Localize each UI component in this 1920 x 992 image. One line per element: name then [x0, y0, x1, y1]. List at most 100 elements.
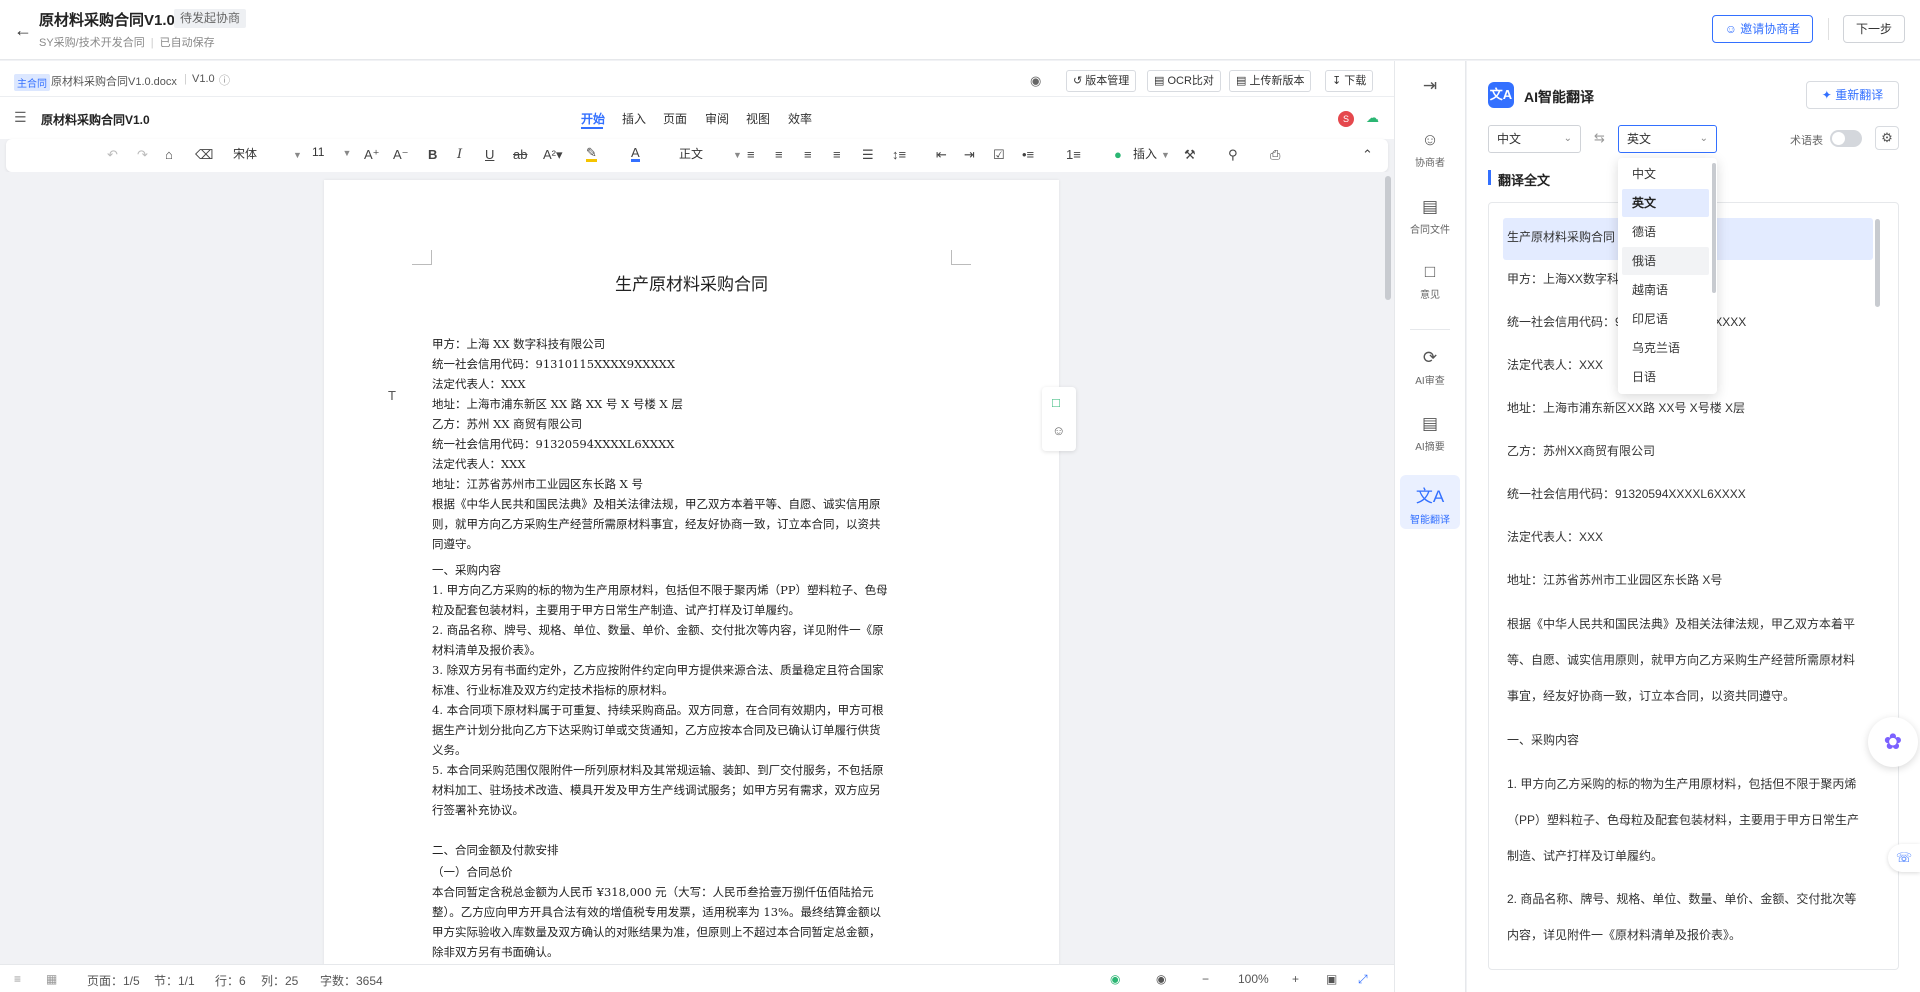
breadcrumb: SY采购/技术开发合同 | 已自动保存 [39, 37, 215, 49]
retranslate-button[interactable]: ✦ 重新翻译 [1806, 81, 1899, 109]
paragraph-style-select[interactable]: 正文 ▼ [679, 145, 742, 162]
align-center-icon[interactable]: ≡ [775, 147, 783, 162]
tools-icon[interactable]: ⚒ [1184, 147, 1196, 163]
globe-icon[interactable]: ◉ [1110, 972, 1120, 986]
rail-item-contract-files[interactable]: ▤ 合同文件 [1400, 197, 1460, 236]
upload-version-button[interactable]: ▤ 上传新版本 [1229, 70, 1312, 92]
gear-icon[interactable]: ⚙ [1875, 126, 1899, 150]
collapse-toolbar-icon[interactable]: ⌃ [1362, 147, 1373, 163]
preview-eye-icon[interactable]: ◉ [1030, 73, 1041, 89]
tab-view[interactable]: 视图 [746, 110, 770, 127]
swap-languages-icon[interactable]: ⇆ [1594, 130, 1605, 146]
back-arrow-icon[interactable]: ← [12, 20, 34, 42]
rail-item-comments[interactable]: □ 意见 [1400, 262, 1460, 301]
align-right-icon[interactable]: ≡ [804, 147, 812, 162]
distribute-icon[interactable]: ☰ [862, 147, 874, 163]
rail-item-ai-summary[interactable]: ▤ AI摘要 [1400, 414, 1460, 453]
language-option[interactable]: 德语 [1622, 218, 1709, 246]
zoom-out-icon[interactable]: − [1202, 972, 1209, 986]
tab-page[interactable]: 页面 [663, 110, 687, 127]
download-button[interactable]: ↧ 下载 [1325, 70, 1374, 92]
file-name[interactable]: 原材料采购合同V1.0.docx [51, 73, 177, 89]
bullet-list-icon[interactable]: •≡ [1022, 147, 1034, 162]
outdent-icon[interactable]: ⇤ [936, 147, 947, 163]
target-language-value: 英文 [1627, 132, 1652, 146]
line-spacing-icon[interactable]: ↕≡ [892, 147, 906, 162]
font-family-value: 宋体 [233, 147, 258, 161]
zoom-in-icon[interactable]: + [1292, 972, 1299, 986]
insert-dropdown[interactable]: 插入 ▼ [1133, 145, 1170, 162]
language-option[interactable]: 俄语 [1622, 247, 1709, 275]
support-icon[interactable]: ☏ [1888, 844, 1920, 872]
language-option[interactable]: 英文 [1622, 189, 1709, 217]
strikethrough-icon[interactable]: ab [513, 147, 527, 162]
rail-item-translation[interactable]: 文A 智能翻译 [1400, 475, 1460, 529]
menu-icon[interactable]: ☰ [14, 109, 27, 126]
tab-review[interactable]: 审阅 [705, 110, 729, 127]
search-icon[interactable]: ⚲ [1228, 147, 1238, 163]
source-language-select[interactable]: 中文 ⌄ [1488, 125, 1581, 153]
eraser-icon[interactable]: ⌫ [195, 147, 213, 163]
increase-font-icon[interactable]: A⁺ [364, 147, 380, 163]
language-option[interactable]: 中文 [1622, 160, 1709, 188]
decrease-font-icon[interactable]: A⁻ [393, 147, 409, 163]
highlight-color-icon[interactable]: ✎ [586, 146, 597, 162]
document-scrollbar[interactable] [1385, 176, 1391, 300]
tab-start[interactable]: 开始 [581, 110, 605, 127]
language-option[interactable]: 印尼语 [1622, 305, 1709, 333]
breadcrumb-path[interactable]: SY采购/技术开发合同 [39, 37, 145, 49]
checkbox-icon[interactable]: ☑ [993, 147, 1005, 163]
document-line: 同遵守。 [432, 537, 478, 551]
users-icon: ☺ [1421, 130, 1439, 149]
align-left-icon[interactable]: ≡ [747, 147, 755, 162]
justify-icon[interactable]: ≡ [833, 147, 841, 162]
indent-icon[interactable]: ⇥ [964, 147, 975, 163]
ocr-compare-button[interactable]: ▤ OCR比对 [1147, 70, 1221, 92]
undo-icon[interactable]: ↶ [107, 147, 118, 163]
rail-item-negotiators[interactable]: ☺ 协商者 [1400, 130, 1460, 169]
italic-icon[interactable]: I [457, 147, 462, 162]
upload-file-icon: ▤ [1236, 75, 1250, 87]
bold-icon[interactable]: B [428, 147, 437, 162]
rail-item-ai-review[interactable]: ⟳ AI审查 [1400, 348, 1460, 387]
avatar[interactable]: S [1338, 111, 1354, 127]
invite-negotiator-button[interactable]: ☺ 邀请协商者 [1712, 15, 1813, 43]
rail-item-label: 智能翻译 [1410, 515, 1450, 526]
font-size-select[interactable]: 11 ▼ [312, 145, 351, 159]
eye-icon[interactable]: ◉ [1156, 972, 1166, 986]
info-icon[interactable]: ⓘ [219, 72, 230, 88]
language-option[interactable]: 越南语 [1622, 276, 1709, 304]
cloud-sync-icon[interactable]: ☁ [1366, 110, 1379, 126]
next-step-button[interactable]: 下一步 [1843, 15, 1905, 43]
underline-icon[interactable]: U [485, 147, 494, 162]
chevron-down-icon: ▼ [293, 150, 302, 160]
tab-efficiency[interactable]: 效率 [788, 110, 812, 127]
redo-icon[interactable]: ↷ [137, 147, 148, 163]
outline-icon[interactable]: ≡ [14, 972, 21, 986]
language-option[interactable]: 乌克兰语 [1622, 334, 1709, 362]
translation-line: 一、采购内容 [1507, 733, 1580, 747]
target-language-select[interactable]: 英文 ⌄ [1618, 125, 1717, 153]
emoji-icon[interactable]: ☺ [1052, 423, 1065, 438]
numbered-list-icon[interactable]: 1≡ [1066, 147, 1081, 162]
language-option[interactable]: 日语 [1622, 363, 1709, 391]
superscript-icon[interactable]: A²▾ [543, 147, 563, 163]
collapse-panel-icon[interactable]: ⇥ [1400, 76, 1460, 100]
translation-scrollbar[interactable] [1875, 219, 1880, 307]
layout-icon[interactable]: ▦ [46, 972, 57, 986]
insert-plus-icon[interactable]: ● [1114, 147, 1122, 162]
font-family-select[interactable]: 宋体 ▼ [233, 145, 302, 162]
tab-insert[interactable]: 插入 [622, 110, 646, 127]
print-icon[interactable]: ⎙ [1270, 147, 1280, 163]
document-line: 5. 本合同采购范围仅限附件一所列原材料及其常规运输、装卸、到厂交付服务，不包括… [432, 763, 884, 777]
font-color-icon[interactable]: A [631, 146, 640, 162]
chevron-down-icon: ⌄ [1563, 133, 1572, 144]
add-comment-icon[interactable]: □ [1052, 395, 1060, 410]
fit-page-icon[interactable]: ▣ [1326, 972, 1337, 986]
version-management-button[interactable]: ↺ 版本管理 [1066, 70, 1137, 92]
ai-assistant-icon[interactable]: ✿ [1868, 717, 1918, 767]
format-painter-icon[interactable]: ⌂ [165, 147, 173, 162]
fullscreen-icon[interactable]: ⤢ [1358, 972, 1368, 987]
glossary-toggle[interactable] [1830, 130, 1862, 147]
dropdown-scrollbar[interactable] [1712, 163, 1716, 293]
